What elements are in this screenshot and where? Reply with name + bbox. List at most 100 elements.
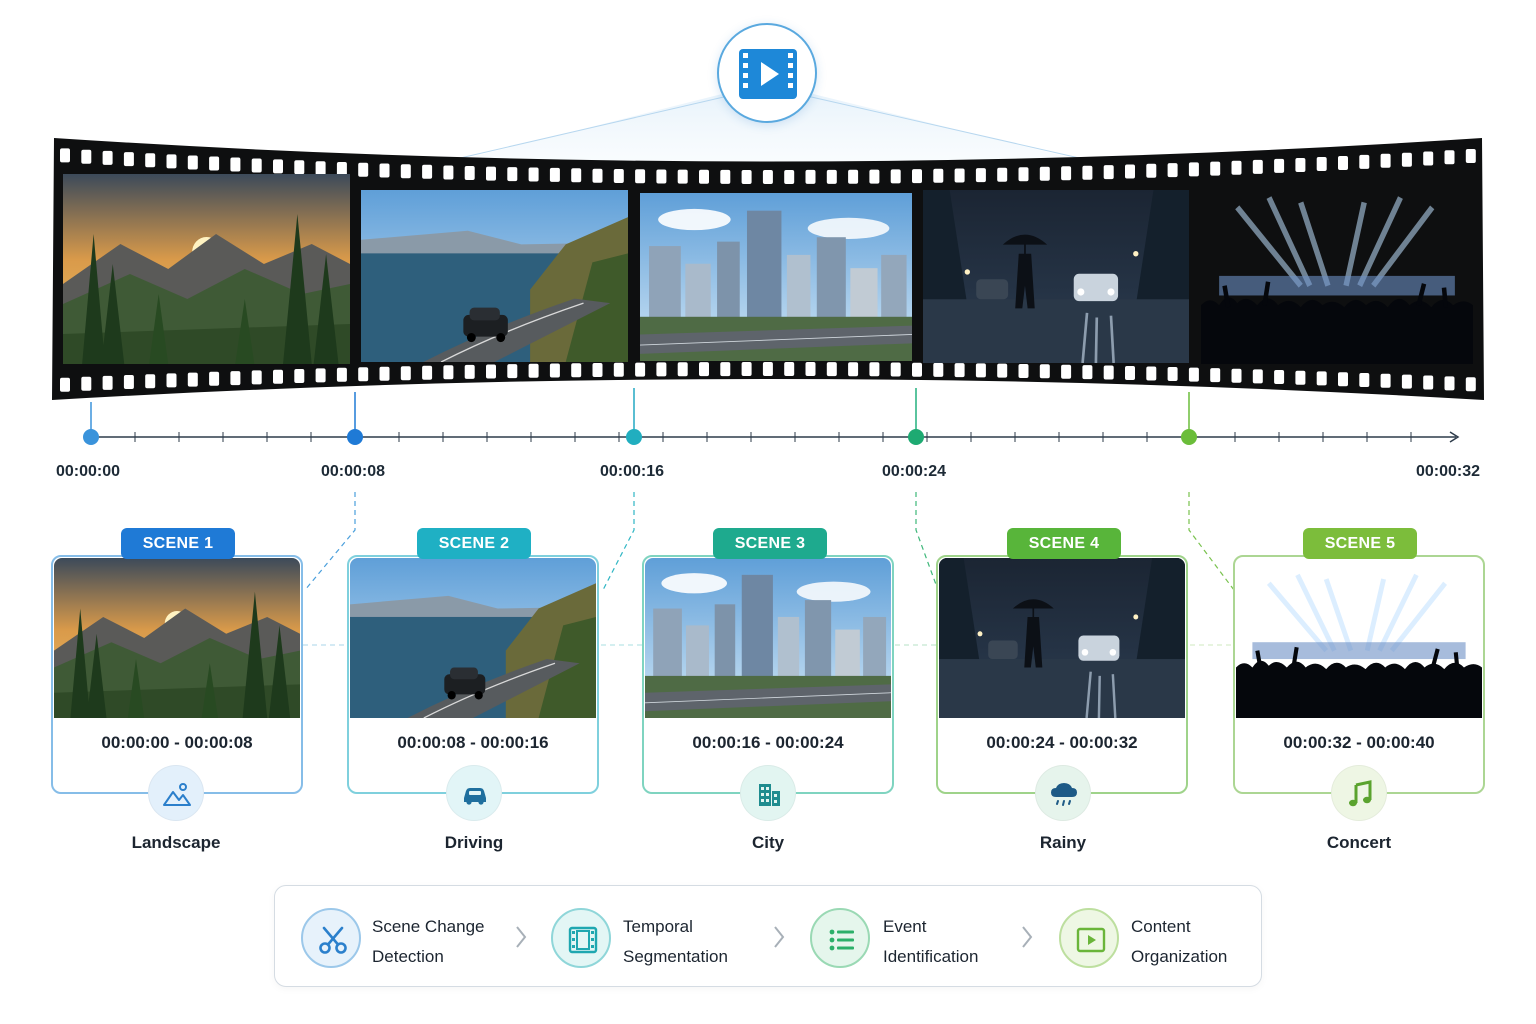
- film-sprocket: [848, 362, 859, 377]
- film-sprocket: [358, 162, 369, 177]
- film-sprocket: [81, 149, 92, 164]
- film-sprocket: [741, 170, 752, 184]
- film-sprocket: [1061, 166, 1072, 181]
- film-sprocket: [1125, 164, 1135, 179]
- film-sprocket: [571, 363, 582, 378]
- film-sprocket: [273, 159, 283, 174]
- film-sprocket: [507, 167, 518, 182]
- music-note-icon: [1331, 765, 1387, 821]
- film-sprocket: [443, 365, 454, 380]
- film-sprocket: [400, 366, 411, 381]
- step-label-2: Temporal Segmentation: [623, 917, 728, 966]
- film-sprocket: [805, 169, 816, 184]
- film-sprocket: [699, 169, 709, 184]
- film-sprocket: [1359, 373, 1370, 387]
- film-sprocket: [336, 162, 347, 176]
- scene-label: Driving: [444, 833, 504, 852]
- film-sprocket: [1146, 366, 1157, 381]
- scene-card-3[interactable]: 00:00:16 - 00:00:24: [642, 555, 894, 794]
- film-frame-2: [361, 190, 628, 362]
- list-icon: [810, 908, 870, 968]
- film-sprocket: [294, 369, 305, 383]
- building-icon: [740, 765, 796, 821]
- film-sprocket: [102, 375, 113, 390]
- film-sprocket: [1039, 166, 1050, 181]
- rain-cloud-icon: [1035, 765, 1091, 821]
- film-sprocket: [379, 366, 390, 381]
- scene-label: Concert: [1326, 833, 1392, 852]
- timestamp-0: 00:00:00: [56, 463, 121, 480]
- film-sprocket: [1167, 367, 1178, 381]
- scene-time-range: 00:00:32 - 00:00:40: [1283, 733, 1435, 752]
- film-sprocket: [635, 362, 646, 377]
- film-frame-4: [923, 190, 1189, 363]
- film-sprocket: [720, 362, 731, 377]
- scene-label: City: [751, 833, 785, 852]
- film-sprocket: [1146, 163, 1157, 178]
- film-sprocket: [954, 168, 965, 183]
- film-sprocket: [81, 376, 92, 391]
- film-sprocket: [1210, 368, 1221, 383]
- film-sprocket: [102, 150, 113, 165]
- film-sprocket: [187, 372, 198, 387]
- timestamp-1: 00:00:08: [321, 463, 386, 480]
- film-sprocket: [1295, 370, 1306, 385]
- scissors-icon: [301, 908, 361, 968]
- scene-thumbnail-4: [939, 558, 1185, 718]
- film-sprocket: [571, 168, 582, 183]
- film-sprocket: [1103, 165, 1114, 180]
- film-sprocket: [975, 168, 986, 183]
- film-sprocket: [592, 168, 603, 183]
- film-sprocket: [145, 153, 156, 168]
- film-sprocket: [869, 362, 880, 377]
- film-frame-3: [640, 193, 912, 361]
- film-sprocket: [890, 362, 901, 377]
- diagram-background: [52, 92, 1484, 646]
- scene-label: Landscape: [131, 833, 221, 852]
- scene-segmentation-diagram: 00:00:00 00:00:08 00:00:16 00:00:24 00:0…: [0, 0, 1536, 1024]
- process-panel: Scene Change Detection Temporal Segmenta…: [274, 885, 1262, 987]
- scene-time-range: 00:00:24 - 00:00:32: [986, 733, 1138, 752]
- scene-card-1[interactable]: 00:00:00 - 00:00:08: [51, 555, 303, 794]
- film-sprocket: [1401, 374, 1412, 389]
- film-sprocket: [826, 362, 837, 377]
- film-sprocket: [933, 168, 944, 183]
- film-sprocket: [294, 160, 305, 175]
- film-sprocket: [1338, 372, 1348, 387]
- scene-thumbnail-1: [54, 558, 300, 718]
- film-sprocket: [209, 371, 220, 386]
- film-sprocket: [166, 154, 177, 169]
- chevron-right-icon: [1022, 926, 1033, 948]
- film-sprocket: [656, 169, 667, 184]
- film-sprocket: [784, 362, 795, 376]
- film-sprocket: [1018, 167, 1029, 182]
- film-sprocket: [187, 155, 198, 170]
- film-sprocket: [379, 163, 390, 178]
- film-sprocket: [1401, 152, 1412, 167]
- film-sprocket: [443, 165, 454, 180]
- scene-card-5[interactable]: 00:00:32 - 00:00:40: [1233, 555, 1485, 794]
- film-sprocket: [464, 166, 475, 180]
- film-sprocket: [486, 166, 496, 181]
- film-sprocket: [1039, 364, 1050, 379]
- film-sprocket: [997, 167, 1008, 182]
- scene-card-2[interactable]: 00:00:08 - 00:00:16: [347, 555, 599, 794]
- chevron-right-icon: [516, 926, 527, 948]
- film-sprocket: [741, 362, 752, 376]
- film-icon: [551, 908, 611, 968]
- film-sprocket: [826, 169, 837, 184]
- film-sprocket: [123, 375, 134, 389]
- timestamp-3: 00:00:24: [882, 463, 947, 480]
- film-sprocket: [251, 370, 262, 385]
- film-sprocket: [507, 364, 518, 379]
- film-sprocket: [230, 371, 241, 386]
- film-sprocket: [166, 373, 177, 388]
- film-sprocket: [933, 362, 944, 377]
- film-sprocket: [1252, 369, 1263, 384]
- film-frame-1: [63, 174, 350, 364]
- scene-card-4[interactable]: 00:00:24 - 00:00:32: [936, 555, 1188, 794]
- film-sprocket: [336, 367, 347, 382]
- scene-time-range: 00:00:08 - 00:00:16: [397, 733, 549, 752]
- film-sprocket: [1188, 367, 1199, 382]
- car-icon: [446, 765, 502, 821]
